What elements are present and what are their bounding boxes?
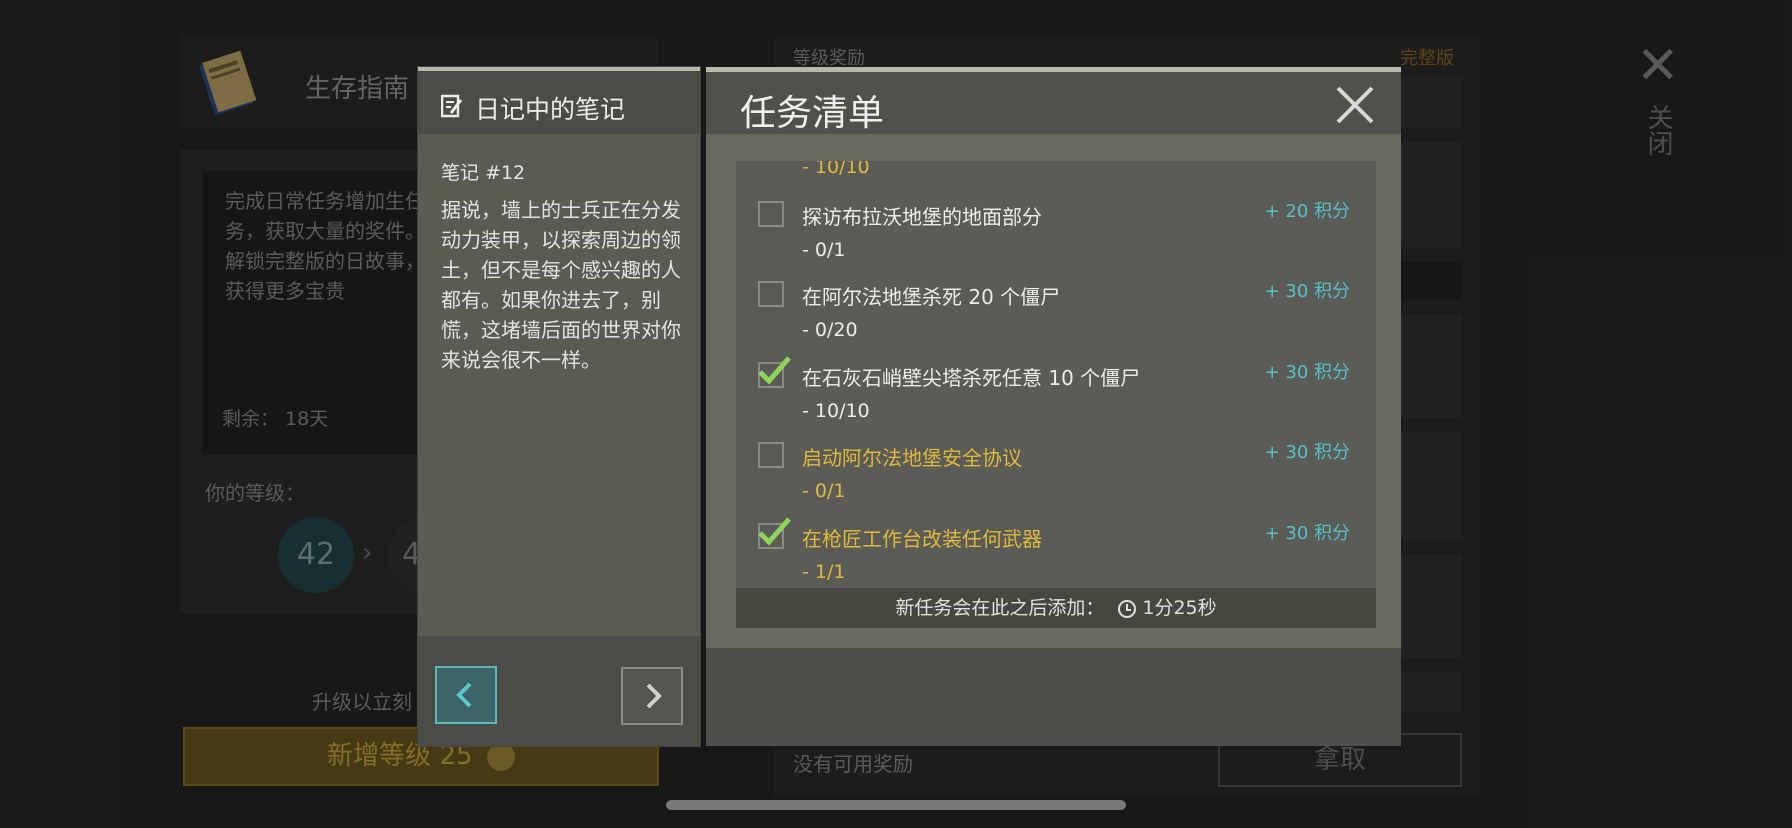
task-name: 启动阿尔法地堡安全协议 bbox=[802, 446, 1022, 470]
task-item[interactable]: 探访布拉沃地堡的地面部分 - 0/1 + 20 积分 bbox=[736, 193, 1376, 273]
task-progress: - 0/20 bbox=[802, 319, 858, 341]
task-checkbox[interactable] bbox=[758, 201, 784, 227]
checkmark-icon bbox=[758, 517, 791, 546]
task-checkbox[interactable] bbox=[758, 442, 784, 468]
new-task-label: 新任务会在此之后添加： bbox=[895, 597, 1105, 619]
checkmark-icon bbox=[758, 356, 791, 385]
task-checkbox[interactable] bbox=[758, 281, 784, 307]
prev-note-button[interactable] bbox=[435, 666, 497, 724]
next-note-button[interactable] bbox=[621, 667, 683, 725]
task-name: 在阿尔法地堡杀死 20 个僵尸 bbox=[802, 285, 1061, 309]
task-points: + 30 积分 bbox=[1264, 281, 1350, 302]
diary-note-title: 日记中的笔记 bbox=[475, 95, 626, 124]
new-task-time: 1分25秒 bbox=[1142, 597, 1217, 619]
task-progress: - 10/10 bbox=[802, 400, 870, 422]
chevron-left-icon bbox=[456, 682, 472, 708]
chevron-right-icon bbox=[646, 683, 662, 709]
task-name: 在石灰石峭壁尖塔杀死任意 10 个僵尸 bbox=[802, 366, 1141, 390]
task-name: 探访布拉沃地堡的地面部分 bbox=[802, 205, 1042, 229]
note-text: 据说，墙上的士兵正在分发动力装甲，以探索周边的领土，但不是每个感兴趣的人都有。如… bbox=[441, 198, 681, 372]
task-item[interactable]: 启动阿尔法地堡安全协议 - 0/1 + 30 积分 bbox=[736, 434, 1376, 514]
new-task-timer: 新任务会在此之后添加： 1分25秒 bbox=[736, 588, 1376, 628]
task-progress: - 0/1 bbox=[802, 480, 846, 502]
close-icon[interactable] bbox=[1330, 80, 1380, 130]
task-points: + 30 积分 bbox=[1264, 523, 1350, 544]
previous-task-progress: - 10/10 bbox=[802, 161, 870, 178]
task-points: + 20 积分 bbox=[1264, 201, 1350, 222]
note-number: 笔记 #12 bbox=[441, 162, 526, 184]
task-item[interactable]: 在枪匠工作台改装任何武器 - 1/1 + 30 积分 bbox=[736, 515, 1376, 588]
task-list-title: 任务清单 bbox=[740, 93, 885, 134]
task-name: 在枪匠工作台改装任何武器 bbox=[802, 527, 1042, 551]
task-points: + 30 积分 bbox=[1264, 442, 1350, 463]
task-list[interactable]: - 10/10 探访布拉沃地堡的地面部分 - 0/1 + 20 积分 在阿尔法地… bbox=[736, 161, 1376, 588]
note-edit-icon bbox=[441, 94, 463, 118]
task-points: + 30 积分 bbox=[1264, 362, 1350, 383]
home-indicator[interactable] bbox=[666, 800, 1126, 810]
clock-icon bbox=[1118, 599, 1137, 618]
task-progress: - 0/1 bbox=[802, 239, 846, 261]
task-item[interactable]: 在石灰石峭壁尖塔杀死任意 10 个僵尸 - 10/10 + 30 积分 bbox=[736, 354, 1376, 434]
task-progress: - 1/1 bbox=[802, 561, 846, 583]
task-item[interactable]: 在阿尔法地堡杀死 20 个僵尸 - 0/20 + 30 积分 bbox=[736, 273, 1376, 353]
